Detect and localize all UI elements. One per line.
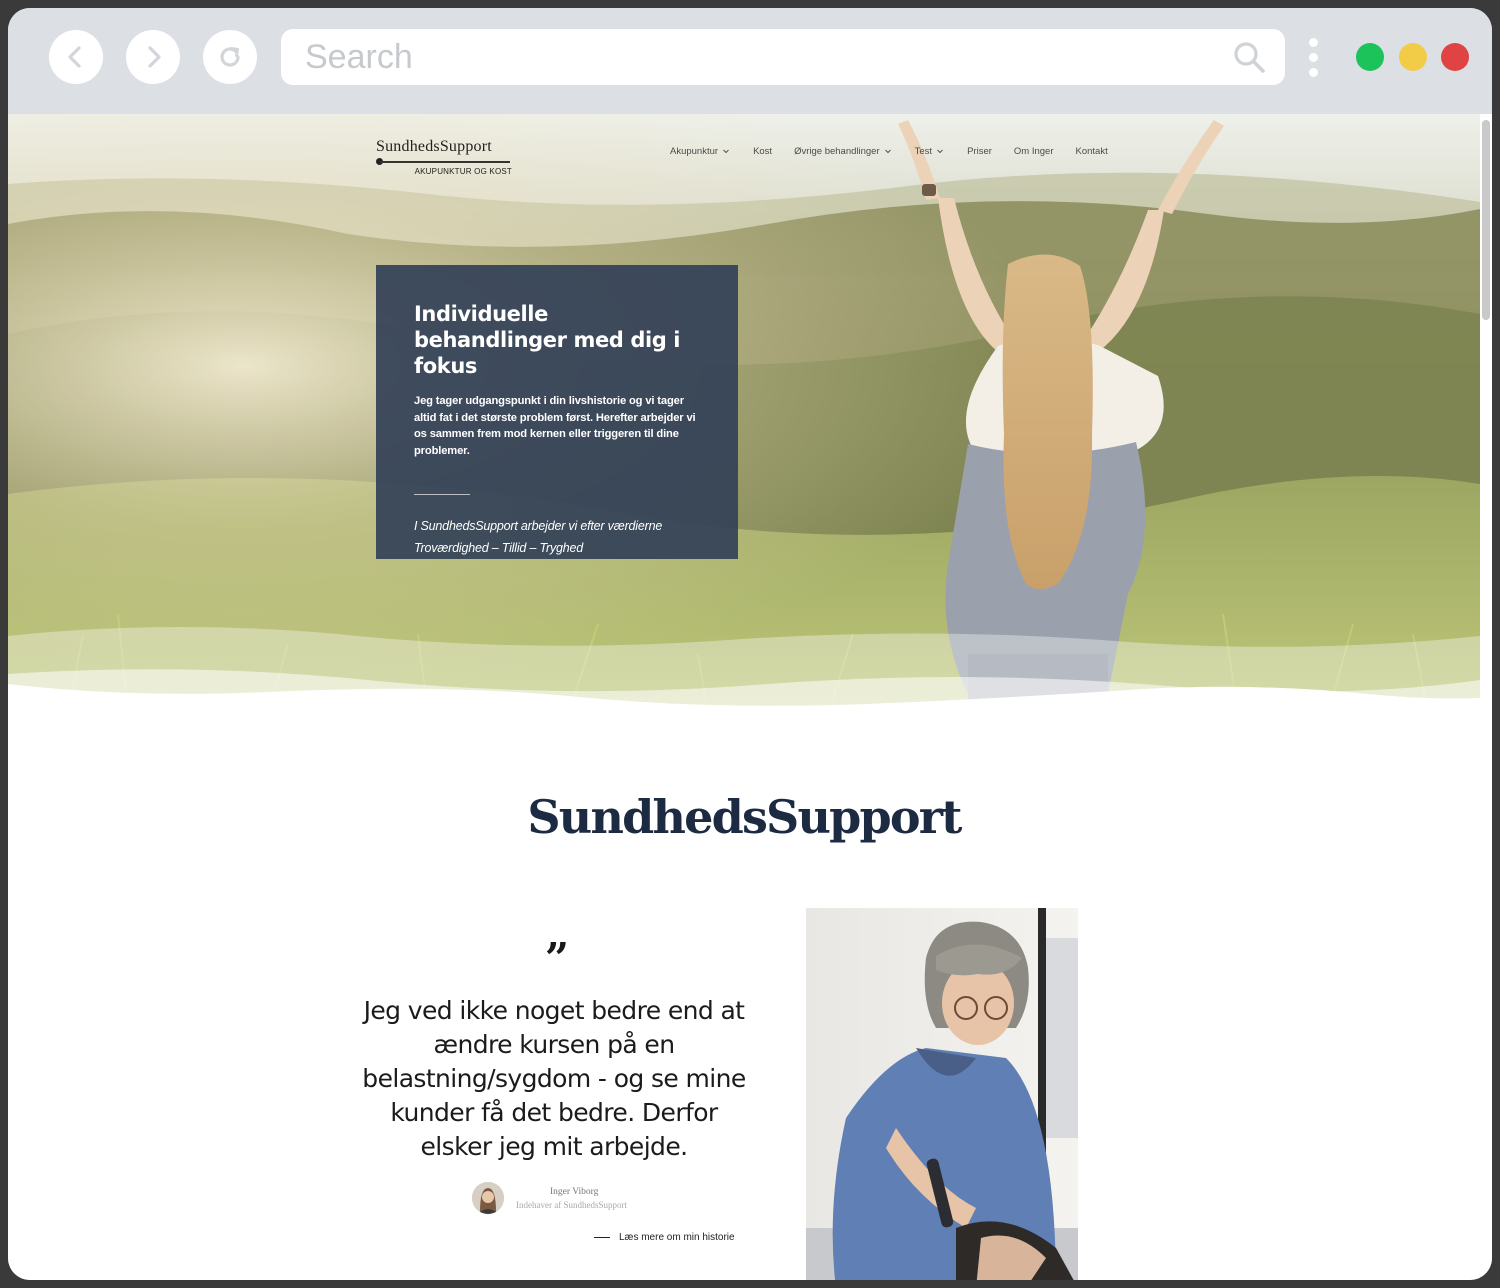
quote-author: Inger Viborg Indehaver af SundhedsSuppor… [472,1182,672,1216]
search-input[interactable] [305,35,1205,79]
nav-item-ovrige-behandlinger[interactable]: Øvrige behandlinger [794,143,893,159]
hero-title: Individuelle behandlinger med dig i foku… [414,302,681,378]
nav-item-kost[interactable]: Kost [753,143,772,159]
hero-lead: Jeg tager udgangspunkt i din livshistori… [414,395,696,457]
author-role: Indehaver af SundhedsSupport [516,1200,627,1210]
read-more-label[interactable]: Læs mere om min historie [619,1232,735,1243]
reload-button[interactable] [203,30,257,84]
hero-background-image [8,114,1480,714]
nav-item-test[interactable]: Test [915,143,945,159]
chevron-right-icon [148,46,161,68]
nav-label: Akupunktur [670,145,719,157]
chevron-down-icon [937,149,943,154]
quote-mark-icon: ” [544,934,570,983]
browser-toolbar [8,8,1492,114]
browser-window: SundhedsSupport AKUPUNKTUR OG KOST Akupu… [8,8,1492,1280]
nav-item-akupunktur[interactable]: Akupunktur [670,143,731,159]
nav-item-priser[interactable]: Priser [967,143,992,159]
main-nav: Akupunktur Kost Øvrige behandlinger Test… [670,143,1130,159]
browser-menu-icon[interactable] [1306,38,1320,78]
nav-label: Priser [967,145,992,157]
chevron-down-icon [884,149,891,154]
nav-item-om-inger[interactable]: Om Inger [1014,143,1054,159]
quote-text: Jeg ved ikke noget bedre end at ændre ku… [362,996,746,1161]
search-icon[interactable] [1231,39,1267,75]
hero-card: Individuelle behandlinger med dig i foku… [376,265,738,559]
link-dash [594,1237,610,1238]
reload-icon [220,47,240,67]
hero-divider [414,494,470,495]
logo-tagline: AKUPUNKTUR OG KOST [414,167,512,176]
section-heading: SundhedsSupport [527,790,962,844]
therapist-photo [806,908,1078,1280]
close-button[interactable] [1441,43,1469,71]
logo-name: SundhedsSupport [376,138,492,155]
forward-button[interactable] [126,30,180,84]
nav-label: Test [914,145,933,157]
back-button[interactable] [49,30,103,84]
chevron-down-icon [723,149,729,154]
maximize-button[interactable] [1356,43,1384,71]
author-name: Inger Viborg [550,1187,599,1197]
hero-values: I SundhedsSupport arbejder vi efter værd… [414,515,700,559]
nav-item-kontakt[interactable]: Kontakt [1076,143,1108,159]
hero-section: SundhedsSupport AKUPUNKTUR OG KOST Akupu… [8,114,1480,714]
nav-label: Om Inger [1013,145,1054,157]
hero-values-line-1: I SundhedsSupport arbejder vi efter værd… [414,519,663,533]
avatar [472,1182,504,1214]
logo-needle [376,158,512,166]
page-viewport: SundhedsSupport AKUPUNKTUR OG KOST Akupu… [8,114,1492,1280]
page-scrollbar[interactable] [1482,120,1490,320]
address-bar[interactable] [281,29,1285,85]
minimize-button[interactable] [1399,43,1427,71]
nav-label: Øvrige behandlinger [794,145,880,157]
hero-values-line-2: Troværdighed – Tillid – Tryghed [414,541,583,555]
chevron-left-icon [68,46,81,68]
read-more-link[interactable]: Læs mere om min historie [594,1232,735,1243]
nav-label: Kost [753,145,773,157]
nav-label: Kontakt [1075,145,1108,157]
site-logo[interactable]: SundhedsSupport AKUPUNKTUR OG KOST [376,138,512,176]
